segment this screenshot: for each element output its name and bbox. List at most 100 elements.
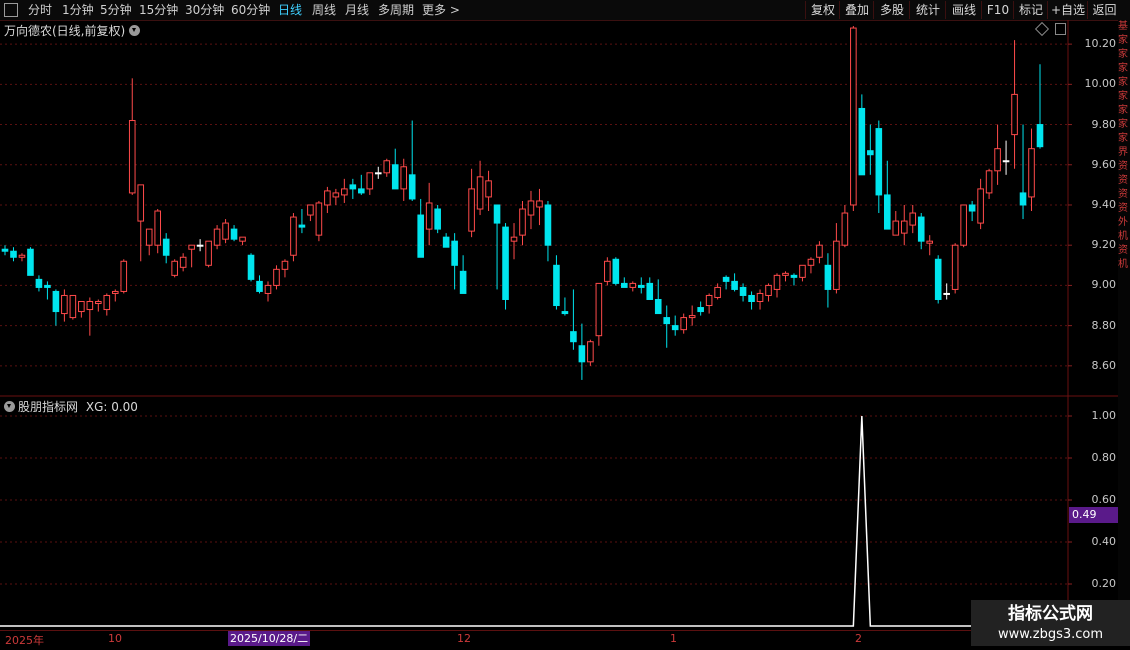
candle-body [383,160,391,174]
y-tick-label: 9.60 [1091,157,1117,171]
candle-body [230,228,238,240]
y-tick-label: 0.20 [1091,577,1117,590]
candle-body [680,317,687,331]
candle-body [137,184,145,222]
candle-body [78,300,85,313]
candle-body [1,248,9,252]
time-label: 12 [457,632,471,645]
candle-body [960,204,967,246]
candle-body [264,284,272,294]
candle-body [578,345,586,363]
candle-body [587,341,594,363]
candle-body [926,240,934,244]
candle-body [18,254,26,258]
y-tick-label: 0.60 [1091,493,1117,506]
candle-body [510,236,518,242]
candle-body [883,194,891,230]
candle-body [731,280,738,290]
y-tick-label: 9.20 [1091,238,1117,252]
candle-body [52,290,60,313]
candle-body [621,282,628,288]
sub-panel-title: 股朋指标网 XG: 0.00 [4,398,138,415]
candle-body [867,150,874,156]
y-tick-label: 9.80 [1091,117,1117,131]
candle-body [858,107,866,176]
y-tick-label: 8.60 [1091,358,1117,372]
candle-body [145,228,153,246]
candle-body [654,298,662,315]
candle-body [799,264,806,278]
candle-body [705,294,713,307]
candle-body [349,184,357,190]
candlestick-chart [0,20,1118,630]
time-label: 2025年 [5,634,44,647]
candle-body [833,240,840,290]
candle-body [196,244,204,247]
candle-body [239,236,246,242]
candle-body [917,216,925,242]
candle-body [1019,192,1027,206]
candle-body [188,244,195,250]
candle-body [332,192,340,198]
candle-body [341,188,348,196]
candle-body [722,276,730,282]
candle-body [298,224,306,228]
candle-body [909,212,917,226]
candle-body [646,282,654,300]
candle-body [900,220,908,234]
candle-body [290,216,297,256]
watermark-url: www.zbgs3.com [997,627,1104,642]
candle-body [875,128,883,196]
candle-body [502,226,509,300]
candle-body [417,214,424,258]
candle-body [69,294,77,319]
chevron-down-icon[interactable] [4,401,15,412]
candle-body [154,210,162,246]
watermark-title: 指标公式网 [1008,604,1093,624]
candle-body [468,188,475,232]
candle-body [536,200,543,208]
y-tick-label: 9.00 [1091,278,1117,292]
candle-body [315,202,323,236]
candle-body [222,222,229,240]
candle-body [790,274,798,278]
candle-body [756,292,764,302]
watermark-logo: 指标公式网 www.zbgs3.com [971,600,1130,646]
candle-body [1011,93,1018,136]
candle-body [434,208,441,230]
candle-body [773,274,781,290]
candle-body [604,260,611,282]
candle-body [850,27,857,206]
candle-body [162,238,170,256]
candle-body [103,294,111,311]
candle-body [307,204,314,216]
candle-body [1036,124,1044,148]
current-value-badge: 0.49 [1069,507,1124,523]
candle-body [807,258,815,266]
candle-body [374,172,382,175]
candle-body [120,260,128,292]
candle-body [977,188,984,224]
y-tick-label: 10.00 [1084,77,1117,91]
xg-indicator-line [0,415,1068,627]
y-tick-label: 0.40 [1091,535,1117,548]
candle-body [985,170,993,194]
candle-body [273,268,280,286]
y-tick-label: 0.80 [1091,451,1117,464]
candle-body [44,284,51,288]
candle-body [688,315,696,319]
y-tick-label: 1.00 [1091,409,1117,422]
time-cursor-label: 2025/10/28/二 [228,631,311,646]
candle-body [451,240,458,266]
candle-body [358,188,365,194]
candle-body [629,282,637,288]
candle-body [553,264,560,307]
candle-body [663,317,671,325]
y-tick-label: 8.80 [1091,318,1117,332]
candle-body [714,286,721,298]
candle-body [671,325,679,331]
candle-body [86,300,94,311]
indicator-value: XG: 0.00 [85,400,138,414]
candle-body [128,120,136,194]
candle-body [408,174,416,200]
